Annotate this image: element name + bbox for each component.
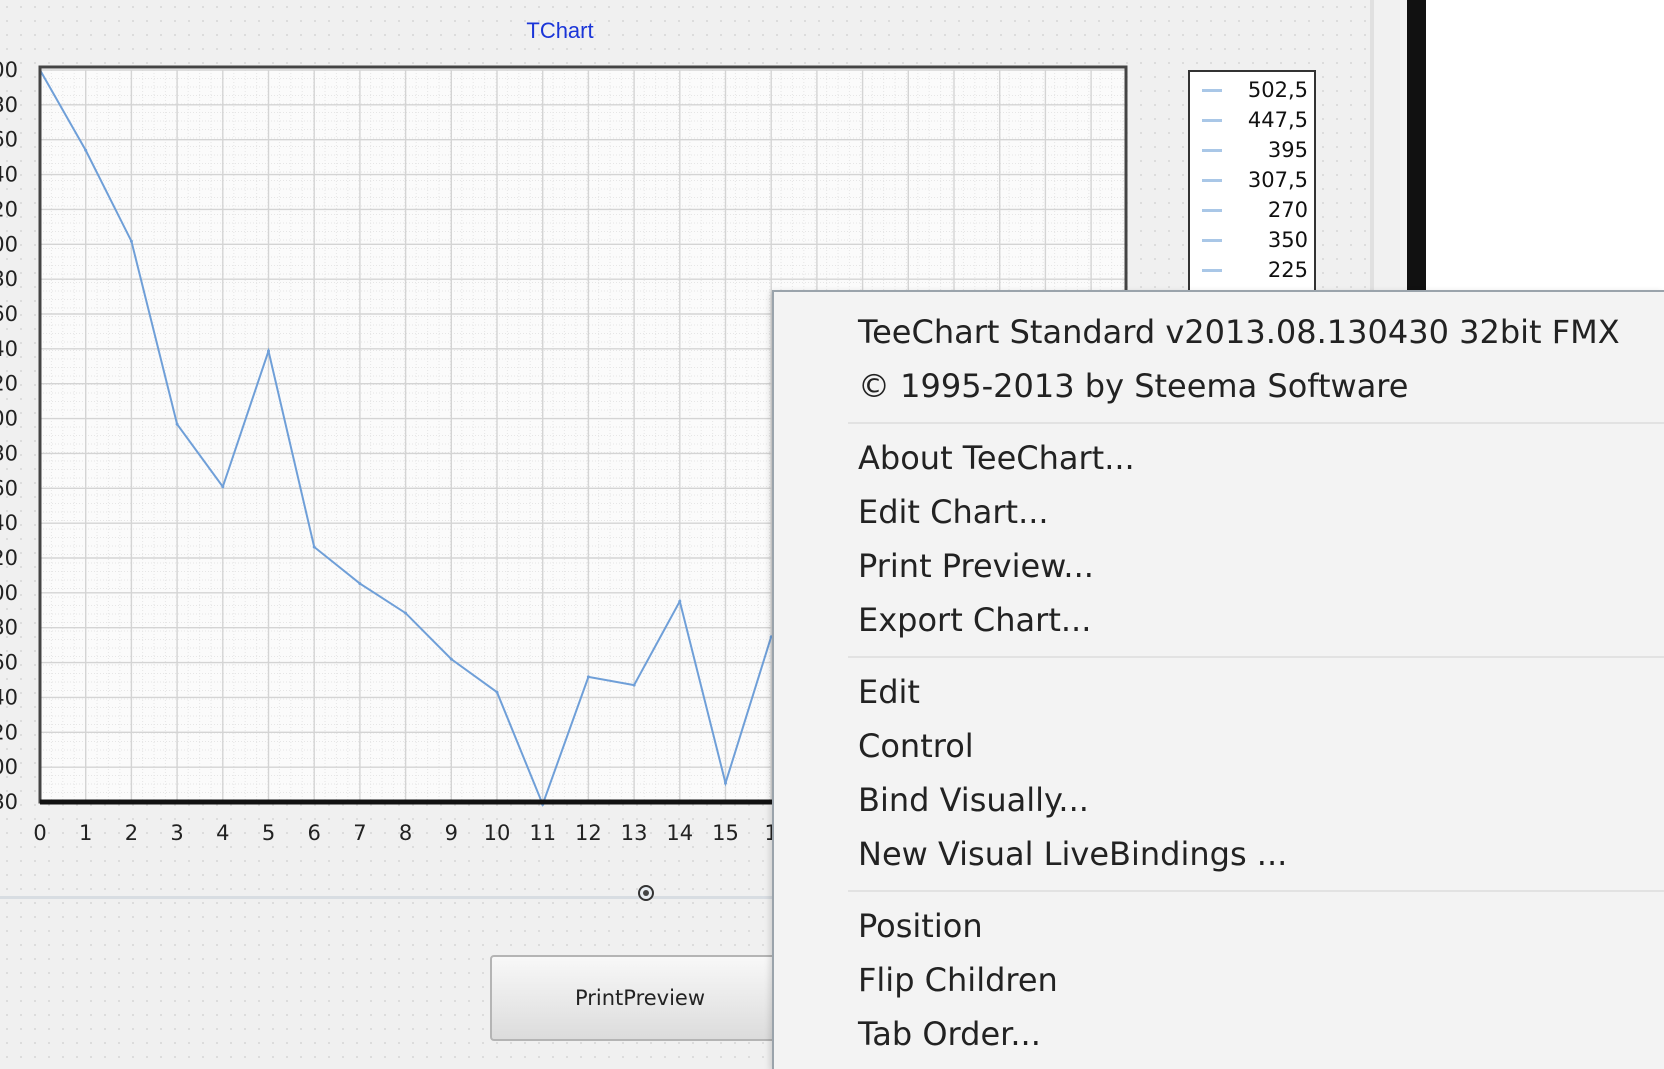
x-tick-label: 15 <box>712 821 739 845</box>
legend-label: 350 <box>1267 228 1308 252</box>
menu-separator <box>848 656 1664 658</box>
legend-label: 270 <box>1267 198 1308 222</box>
x-tick-label: 8 <box>399 821 412 845</box>
x-tick-label: 3 <box>170 821 183 845</box>
print-preview-button[interactable]: PrintPreview <box>490 955 790 1041</box>
y-tick-label: 00 <box>0 407 18 431</box>
series-point <box>358 582 362 586</box>
x-tick-label: 10 <box>484 821 511 845</box>
x-tick-label: 6 <box>308 821 321 845</box>
series-point <box>312 545 316 549</box>
menu-item-position[interactable]: Position <box>858 898 1648 954</box>
legend-item: 225 <box>1202 255 1308 285</box>
x-tick-label: 4 <box>216 821 229 845</box>
series-point <box>724 781 727 785</box>
series-point <box>404 611 408 615</box>
legend-label: 502,5 <box>1247 78 1308 102</box>
legend-label: 395 <box>1267 138 1308 162</box>
chart-legend: 502,5 447,5 395 307,5 270 350 225 <box>1188 70 1316 305</box>
x-tick-label: 9 <box>445 821 458 845</box>
x-tick-label: 11 <box>529 821 556 845</box>
legend-swatch <box>1202 208 1222 212</box>
legend-item: 395 <box>1202 135 1308 165</box>
series-point <box>449 657 453 661</box>
x-axis-labels: 01234567891011121314151 <box>33 821 778 845</box>
x-tick-label: 1 <box>79 821 92 845</box>
y-tick-label: 20 <box>0 720 18 744</box>
x-tick-label: 7 <box>353 821 366 845</box>
series-point <box>678 599 682 603</box>
menu-item-copyright[interactable]: © 1995-2013 by Steema Software <box>858 358 1648 414</box>
x-tick-label: 12 <box>575 821 602 845</box>
context-menu: TeeChart Standard v2013.08.130430 32bit … <box>772 290 1664 1069</box>
menu-item-bind-visually[interactable]: Bind Visually... <box>858 772 1648 828</box>
legend-label: 225 <box>1267 258 1308 282</box>
menu-icon-gutter <box>774 292 846 1069</box>
legend-item: 350 <box>1202 225 1308 255</box>
legend-label: 307,5 <box>1247 168 1308 192</box>
legend-swatch <box>1202 268 1222 272</box>
legend-swatch <box>1202 118 1222 122</box>
legend-label: 447,5 <box>1247 108 1308 132</box>
y-tick-label: 40 <box>0 163 18 187</box>
y-tick-label: 80 <box>0 93 18 117</box>
form-separator <box>0 896 775 899</box>
menu-item-new-visual-livebindings[interactable]: New Visual LiveBindings ... <box>858 826 1648 882</box>
menu-item-version[interactable]: TeeChart Standard v2013.08.130430 32bit … <box>858 304 1648 360</box>
legend-item: 447,5 <box>1202 105 1308 135</box>
y-tick-label: 80 <box>0 616 18 640</box>
x-tick-label: 14 <box>666 821 693 845</box>
y-tick-label: 20 <box>0 197 18 221</box>
menu-item-control[interactable]: Control <box>858 718 1648 774</box>
series-point <box>632 683 636 687</box>
series-point <box>221 485 225 489</box>
y-tick-label: 80 <box>0 790 18 814</box>
x-tick-label: 5 <box>262 821 275 845</box>
series-point <box>267 349 270 353</box>
series-point <box>84 148 88 152</box>
y-tick-label: 00 <box>0 58 18 82</box>
x-tick-label: 13 <box>621 821 648 845</box>
y-tick-label: 60 <box>0 128 18 152</box>
y-tick-label: 40 <box>0 511 18 535</box>
menu-item-tab-order[interactable]: Tab Order... <box>858 1006 1648 1062</box>
y-tick-label: 20 <box>0 546 18 570</box>
y-tick-label: 20 <box>0 372 18 396</box>
legend-item: 307,5 <box>1202 165 1308 195</box>
menu-item-export-chart[interactable]: Export Chart... <box>858 592 1648 648</box>
series-point <box>175 422 179 426</box>
menu-separator <box>848 890 1664 892</box>
x-tick-label: 2 <box>125 821 138 845</box>
y-tick-label: 00 <box>0 232 18 256</box>
y-tick-label: 00 <box>0 581 18 605</box>
x-tick-label: 0 <box>33 821 46 845</box>
legend-swatch <box>1202 88 1222 92</box>
y-tick-label: 40 <box>0 685 18 709</box>
y-tick-label: 60 <box>0 651 18 675</box>
menu-item-about-teechart[interactable]: About TeeChart... <box>858 430 1648 486</box>
y-tick-label: 80 <box>0 441 18 465</box>
y-tick-label: 00 <box>0 755 18 779</box>
series-point <box>586 675 590 679</box>
y-tick-label: 80 <box>0 267 18 291</box>
y-tick-label: 40 <box>0 337 18 361</box>
legend-swatch <box>1202 178 1222 182</box>
series-point <box>495 690 499 694</box>
selection-handle-icon[interactable] <box>638 885 654 901</box>
y-tick-label: 60 <box>0 476 18 500</box>
legend-swatch <box>1202 148 1222 152</box>
y-tick-label: 60 <box>0 302 18 326</box>
legend-item: 502,5 <box>1202 75 1308 105</box>
legend-swatch <box>1202 238 1222 242</box>
y-axis-labels: 00 80 60 40 20 00 80 60 40 20 00 80 60 40 20 00 80 60 40 20… <box>0 58 18 814</box>
series-point <box>129 239 133 243</box>
menu-separator <box>848 422 1664 424</box>
menu-item-flip-children[interactable]: Flip Children <box>858 952 1648 1008</box>
legend-item: 270 <box>1202 195 1308 225</box>
menu-item-edit-chart[interactable]: Edit Chart... <box>858 484 1648 540</box>
menu-item-print-preview[interactable]: Print Preview... <box>858 538 1648 594</box>
menu-item-edit[interactable]: Edit <box>858 664 1648 720</box>
